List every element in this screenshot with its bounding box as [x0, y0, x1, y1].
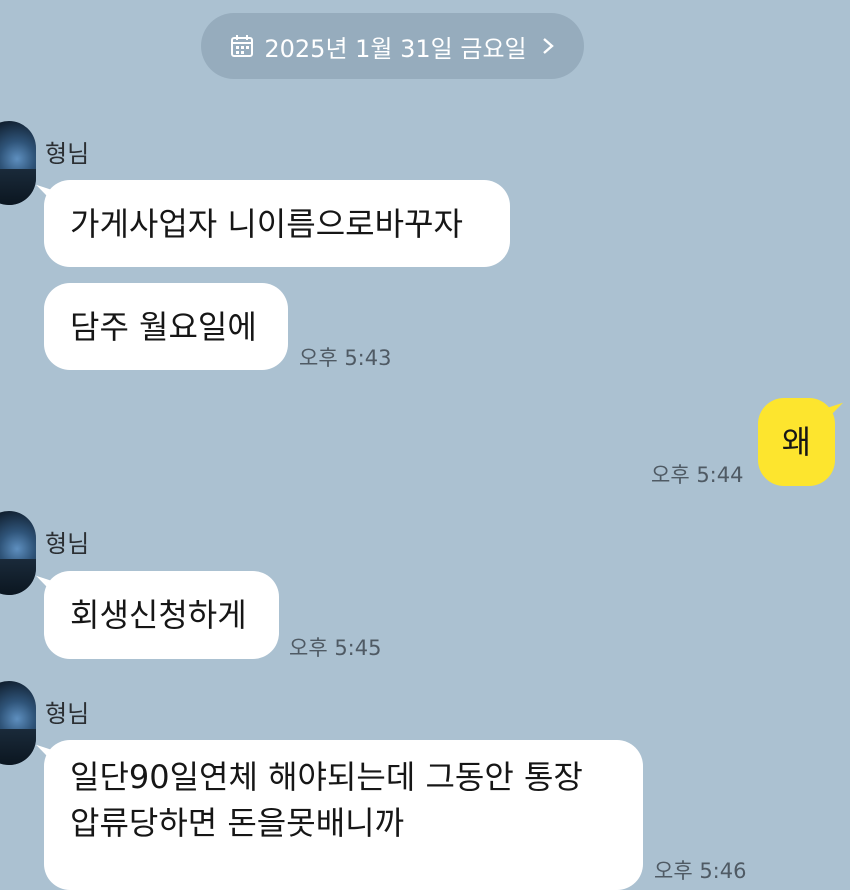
message-line: 압류당하면 돈을못배니까	[70, 804, 405, 842]
message-timestamp: 오후 5:46	[654, 859, 747, 883]
message-timestamp: 오후 5:44	[651, 463, 744, 487]
calendar-icon	[231, 35, 254, 57]
date-header-label: 2025년 1월 31일 금요일	[264, 34, 527, 63]
message-bubble[interactable]: 가게사업자 니이름으로바꾸자	[44, 180, 510, 267]
sender-name: 형님	[45, 530, 90, 558]
avatar[interactable]	[0, 681, 36, 765]
sender-name: 형님	[45, 700, 90, 728]
message-line: 일단90일연체 해야되는데 그동안 통장	[70, 758, 583, 796]
message-bubble[interactable]: 일단90일연체 해야되는데 그동안 통장 압류당하면 돈을못배니까	[44, 740, 643, 890]
message-bubble[interactable]: 회생신청하게	[44, 571, 279, 659]
message-timestamp: 오후 5:45	[289, 636, 382, 660]
message-timestamp: 오후 5:43	[299, 346, 392, 370]
message-bubble[interactable]: 담주 월요일에	[44, 283, 288, 370]
sender-name: 형님	[45, 140, 90, 168]
date-header[interactable]: 2025년 1월 31일 금요일	[201, 13, 584, 79]
chevron-right-icon	[542, 38, 554, 54]
avatar[interactable]	[0, 511, 36, 595]
avatar[interactable]	[0, 121, 36, 205]
my-message-bubble[interactable]: 왜	[758, 398, 835, 486]
